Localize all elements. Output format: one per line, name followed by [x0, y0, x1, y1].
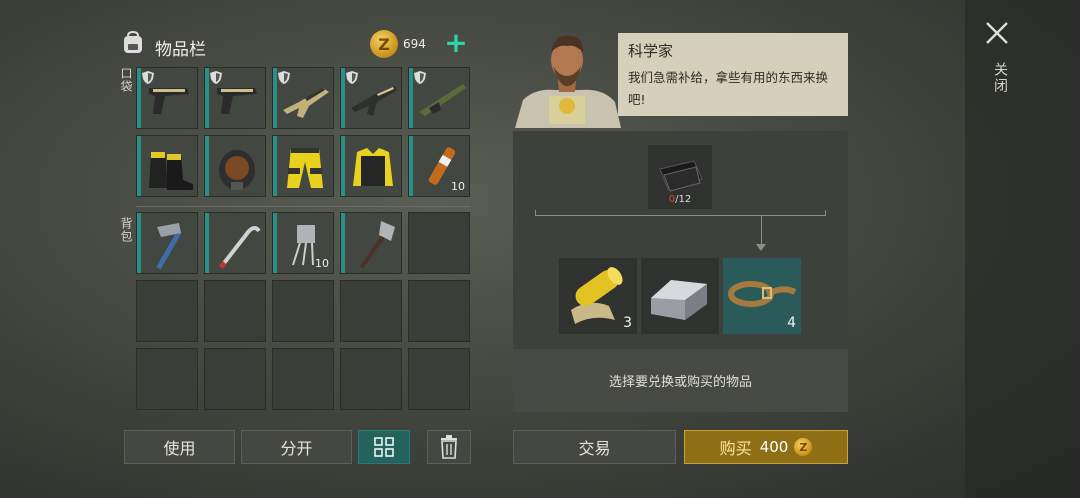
backpack-icon [124, 30, 142, 53]
close-icon[interactable] [984, 20, 1010, 46]
pocket-slot-pistol[interactable] [204, 67, 266, 129]
backpack-slot-transistor[interactable]: 10 [272, 212, 334, 274]
pistol-icon [149, 88, 189, 114]
connector-right-tick [825, 210, 826, 216]
trader-name: 科学家 [628, 42, 674, 60]
vest-icon [353, 148, 393, 186]
connector-line [535, 215, 826, 216]
delete-button[interactable] [427, 430, 471, 464]
backpack-slot-empty[interactable] [136, 348, 198, 410]
durability-bar [341, 68, 345, 128]
hatchet-icon [156, 223, 182, 270]
required-item-count: 0/12 [668, 194, 692, 205]
durability-bar [273, 68, 277, 128]
selection-hint: 选择要兑换或购买的物品 [513, 349, 848, 412]
scientist-portrait [515, 35, 621, 128]
backpack-slot-empty[interactable] [204, 348, 266, 410]
backpack-slot-empty[interactable] [340, 348, 402, 410]
backpack-slot-empty[interactable] [408, 280, 470, 342]
shovel-icon [359, 221, 395, 269]
trash-icon [441, 435, 457, 459]
pocket-slot-boots[interactable] [136, 135, 198, 197]
pocket-slot-pants[interactable] [272, 135, 334, 197]
sort-grid-button[interactable] [358, 430, 410, 464]
metal-ingot-icon [651, 280, 707, 320]
buy-label: 购买 [719, 439, 752, 458]
smg-icon [351, 86, 397, 116]
connector-down-line [761, 216, 762, 246]
gas-mask-icon [219, 150, 255, 190]
pocket-slot-vest[interactable] [340, 135, 402, 197]
durability-bar [273, 136, 277, 196]
durability-bar [205, 68, 209, 128]
reward-slot-strap[interactable]: 4 [723, 258, 801, 334]
reward-slot-tape[interactable]: 3 [559, 258, 637, 334]
item-qty: 10 [451, 180, 465, 193]
right-side-strip [965, 0, 1080, 498]
durability-bar [341, 213, 345, 273]
backpack-slot-empty[interactable] [272, 280, 334, 342]
backpack-slot-hatchet[interactable] [136, 212, 198, 274]
speech-bubble: 科学家 我们急需补给，拿些有用的东西来换吧! [618, 33, 848, 116]
durability-bar [137, 213, 141, 273]
pocket-section-label: 口袋 [119, 67, 133, 93]
section-divider [136, 206, 470, 207]
backpack-slot-empty[interactable] [408, 212, 470, 274]
durability-bar [137, 68, 141, 128]
item-qty: 10 [315, 257, 329, 270]
shotgun-icon [419, 84, 466, 116]
backpack-slot-shovel[interactable] [340, 212, 402, 274]
backpack-slot-empty[interactable] [136, 280, 198, 342]
grid-sort-icon [374, 437, 394, 457]
split-button[interactable]: 分开 [241, 430, 352, 464]
durability-bar [409, 68, 413, 128]
coin-count: 694 [403, 37, 426, 51]
durability-bar [341, 136, 345, 196]
trade-button[interactable]: 交易 [513, 430, 676, 464]
durability-bar [273, 213, 277, 273]
durability-bar [205, 213, 209, 273]
coin-icon: Z [370, 30, 398, 58]
backpack-slot-empty[interactable] [408, 348, 470, 410]
add-coins-button[interactable]: + [444, 29, 468, 57]
pocket-slot-shotgun[interactable] [408, 67, 470, 129]
buy-price: 400 [759, 438, 789, 456]
buy-button[interactable]: 购买 400 Z [684, 430, 848, 464]
coin-icon: Z [794, 438, 813, 456]
backpack-slot-crowbar[interactable] [204, 212, 266, 274]
backpack-slot-empty[interactable] [272, 348, 334, 410]
pocket-slot-gas-mask[interactable] [204, 135, 266, 197]
backpack-section-label: 背包 [119, 217, 133, 243]
pocket-slot-syringe[interactable]: 10 [408, 135, 470, 197]
pants-icon [287, 148, 323, 188]
use-button[interactable]: 使用 [124, 430, 235, 464]
pocket-slot-pistol[interactable] [136, 67, 198, 129]
connector-left-tick [535, 210, 536, 216]
arrow-down-icon [756, 244, 766, 251]
close-button-label[interactable]: 关闭 [990, 62, 1010, 94]
assault-rifle-icon [283, 88, 329, 118]
trader-message: 我们急需补给，拿些有用的东西来换吧! [628, 70, 829, 107]
durability-bar [137, 136, 141, 196]
durability-bar [205, 136, 209, 196]
pocket-slot-smg[interactable] [340, 67, 402, 129]
boots-icon [149, 152, 193, 190]
backpack-slot-empty[interactable] [204, 280, 266, 342]
pocket-slot-assault-rifle[interactable] [272, 67, 334, 129]
reward-qty: 3 [623, 315, 632, 331]
inventory-title: 物品栏 [155, 40, 206, 60]
reward-slot-ingot[interactable] [641, 258, 719, 334]
crowbar-icon [219, 226, 261, 269]
reward-qty: 4 [787, 315, 796, 331]
pistol-icon [217, 88, 257, 114]
durability-bar [409, 136, 413, 196]
backpack-slot-empty[interactable] [340, 280, 402, 342]
